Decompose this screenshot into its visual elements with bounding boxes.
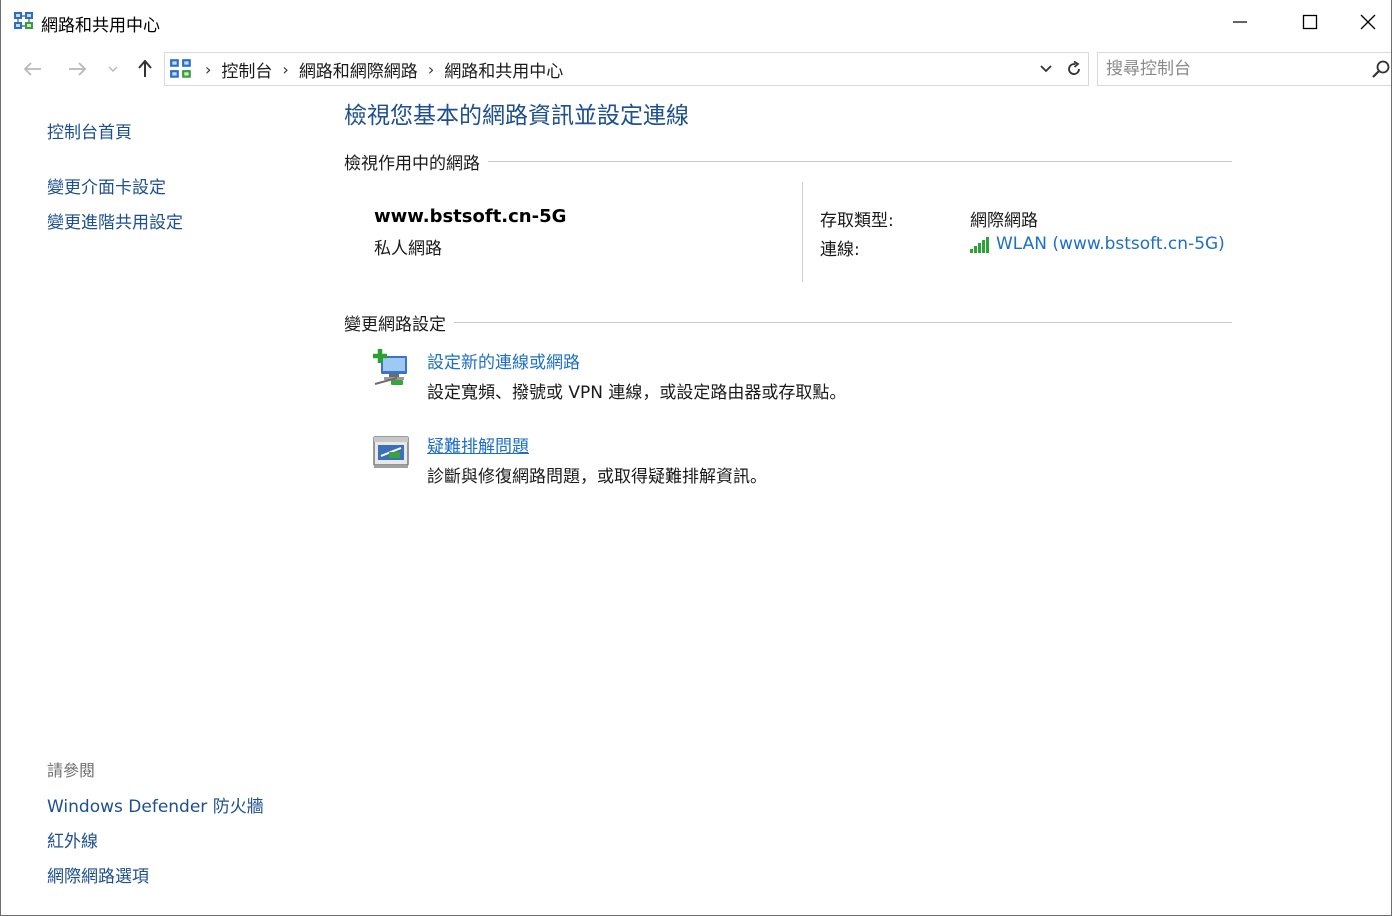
section-divider — [454, 321, 1232, 323]
arrow-right-icon — [69, 62, 86, 76]
signal-bar — [978, 243, 981, 253]
chevron-down-icon — [108, 66, 118, 72]
change-adapter-settings-link[interactable]: 變更介面卡設定 — [47, 173, 166, 198]
windows-defender-firewall-link[interactable]: Windows Defender 防火牆 — [47, 792, 264, 817]
troubleshoot-problems-link[interactable]: 疑難排解問題 — [427, 432, 529, 457]
chevron-down-icon — [1040, 65, 1052, 73]
control-panel-home-link[interactable]: 控制台首頁 — [47, 118, 132, 143]
active-networks-heading: 檢視作用中的網路 — [344, 149, 1232, 174]
task-new-connection: 設定新的連線或網路 設定寬頻、撥號或 VPN 連線，或設定路由器或存取點。 — [371, 348, 1231, 410]
network-sharing-center-window: 網路和共用中心 › 控制台 › 網路和網際網路 › 網路和共用中心 搜尋控制台 … — [0, 0, 1392, 916]
arrow-left-icon — [24, 62, 41, 76]
minimize-button[interactable] — [1205, 0, 1275, 44]
control-panel-icon — [170, 59, 191, 78]
forward-button[interactable] — [63, 56, 91, 82]
title-bar: 網路和共用中心 — [1, 0, 1391, 44]
access-type-value: 網際網路 — [970, 211, 1038, 231]
setup-new-connection-description: 設定寬頻、撥號或 VPN 連線，或設定路由器或存取點。 — [427, 383, 847, 403]
close-button[interactable] — [1345, 0, 1391, 44]
vertical-divider — [802, 182, 803, 282]
setup-new-connection-link[interactable]: 設定新的連線或網路 — [427, 348, 580, 373]
breadcrumb-item-control-panel[interactable]: 控制台 — [221, 57, 272, 82]
refresh-button[interactable] — [1062, 53, 1086, 85]
signal-bar — [982, 240, 985, 253]
wifi-signal-icon — [970, 235, 990, 253]
change-settings-heading-text: 變更網路設定 — [344, 314, 446, 335]
change-advanced-sharing-link[interactable]: 變更進階共用設定 — [47, 208, 183, 233]
network-center-icon — [14, 12, 33, 29]
search-icon[interactable] — [1371, 59, 1391, 79]
network-name: www.bstsoft.cn-5G — [374, 206, 567, 227]
window-title: 網路和共用中心 — [41, 16, 160, 36]
navigation-bar: › 控制台 › 網路和網際網路 › 網路和共用中心 — [1, 50, 1391, 88]
change-settings-heading: 變更網路設定 — [344, 310, 1232, 335]
breadcrumb-separator[interactable]: › — [282, 60, 288, 79]
maximize-icon — [1302, 14, 1318, 30]
refresh-icon — [1068, 61, 1080, 75]
minimize-icon — [1233, 21, 1247, 23]
recent-locations-button[interactable] — [103, 56, 123, 82]
left-navigation-pane: 控制台首頁 變更介面卡設定 變更進階共用設定 請參閱 Windows Defen… — [1, 88, 331, 914]
new-connection-icon[interactable] — [371, 348, 411, 388]
signal-bar — [970, 249, 973, 253]
active-networks-heading-text: 檢視作用中的網路 — [344, 153, 480, 174]
arrow-up-icon — [138, 60, 152, 77]
up-button[interactable] — [131, 56, 159, 82]
signal-bar — [986, 237, 989, 253]
see-also-label: 請參閱 — [47, 761, 96, 780]
section-divider — [488, 160, 1232, 162]
task-troubleshoot: 疑難排解問題 診斷與修復網路問題，或取得疑難排解資訊。 — [371, 432, 1231, 494]
breadcrumb: › 控制台 › 網路和網際網路 › 網路和共用中心 — [199, 53, 563, 85]
troubleshoot-problems-description: 診斷與修復網路問題，或取得疑難排解資訊。 — [427, 467, 767, 487]
network-category: 私人網路 — [374, 239, 442, 259]
breadcrumb-separator[interactable]: › — [205, 60, 211, 79]
connections-label: 連線: — [820, 240, 860, 260]
wlan-connection-text[interactable]: WLAN (www.bstsoft.cn-5G) — [996, 234, 1225, 254]
breadcrumb-item-network-sharing-center[interactable]: 網路和共用中心 — [444, 57, 563, 82]
wlan-connection-link[interactable]: WLAN (www.bstsoft.cn-5G) — [970, 234, 1225, 254]
access-type-label: 存取類型: — [820, 211, 894, 231]
search-input[interactable] — [1106, 53, 1356, 85]
infrared-link[interactable]: 紅外線 — [47, 827, 98, 852]
search-box[interactable] — [1097, 52, 1391, 86]
back-button[interactable] — [19, 56, 47, 82]
address-dropdown-button[interactable] — [1036, 53, 1056, 85]
breadcrumb-separator[interactable]: › — [428, 60, 434, 79]
address-bar[interactable]: › 控制台 › 網路和網際網路 › 網路和共用中心 — [164, 52, 1089, 86]
page-title: 檢視您基本的網路資訊並設定連線 — [344, 103, 689, 129]
troubleshoot-icon[interactable] — [371, 432, 411, 472]
signal-bar — [974, 246, 977, 253]
internet-options-link[interactable]: 網際網路選項 — [47, 862, 149, 887]
close-icon — [1360, 14, 1376, 30]
maximize-button[interactable] — [1275, 0, 1345, 44]
breadcrumb-item-network-internet[interactable]: 網路和網際網路 — [299, 57, 418, 82]
